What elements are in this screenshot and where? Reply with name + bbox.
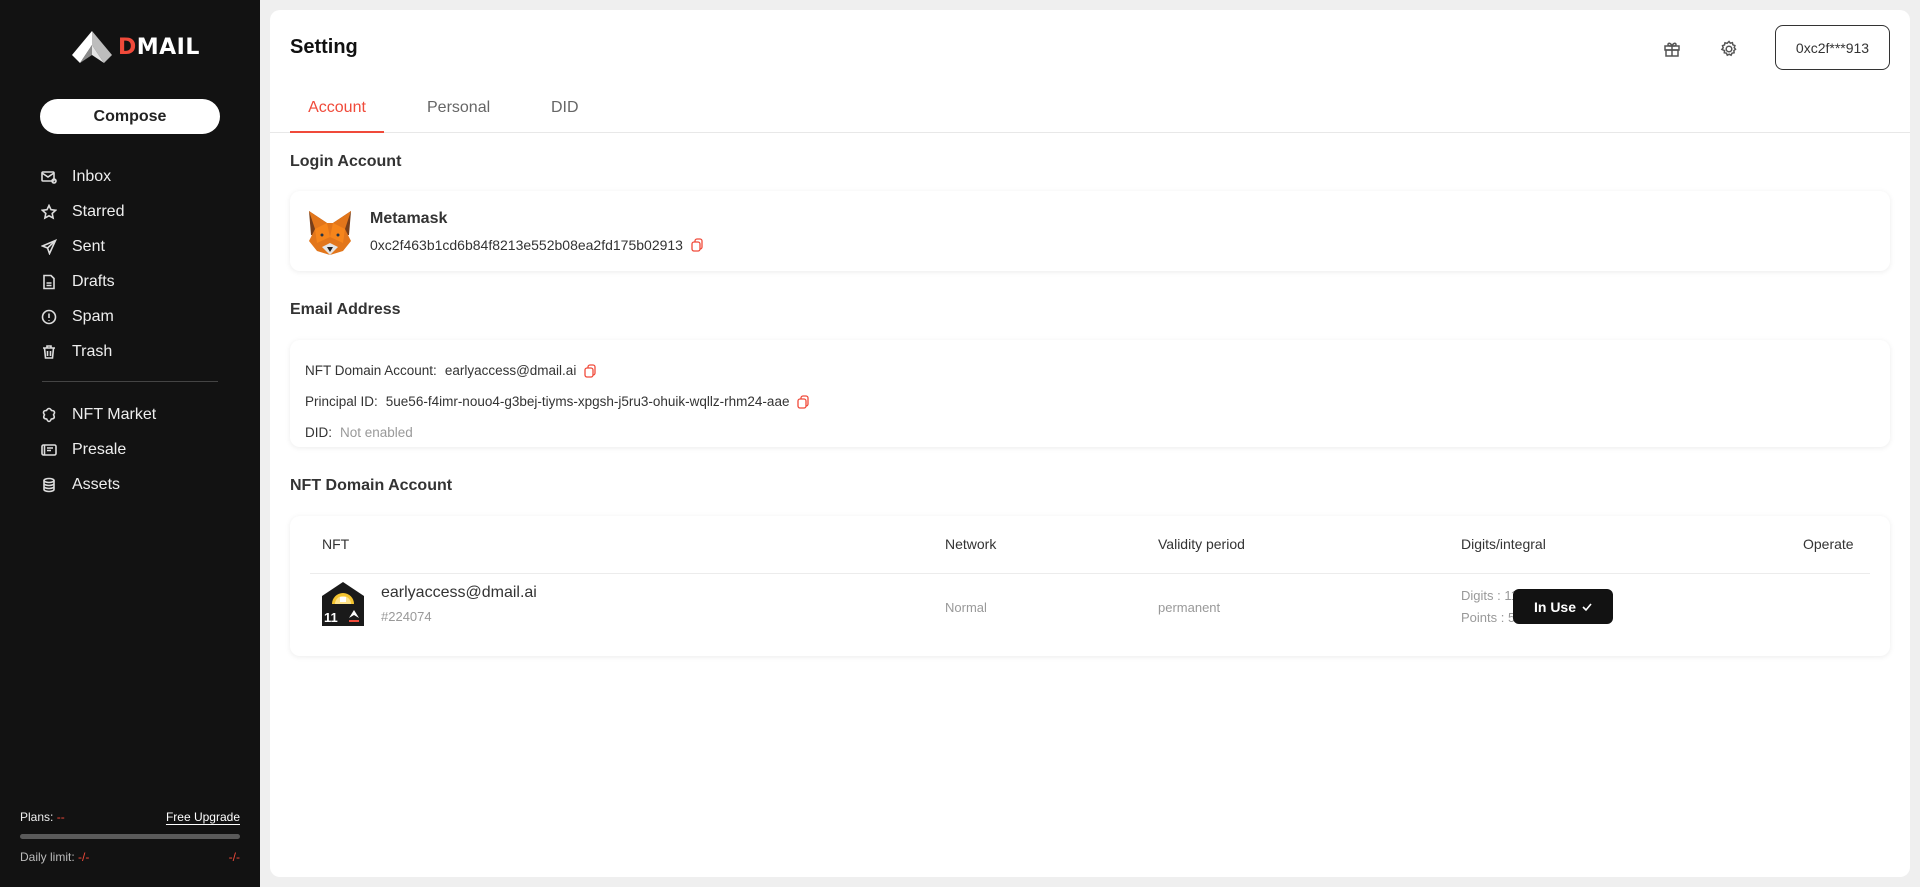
inbox-icon [40,168,58,186]
wallet-address-row: 0xc2f463b1cd6b84f8213e552b08ea2fd175b029… [370,237,703,253]
column-header-operate: Operate [1803,536,1854,552]
sidebar-item-inbox[interactable]: Inbox [40,159,220,194]
email-address-heading: Email Address [290,301,401,318]
sidebar-item-sent[interactable]: Sent [40,229,220,264]
nft-digits: Digits : 11 [1461,588,1518,603]
principal-id-row: Principal ID: 5ue56-f4imr-nouo4-g3bej-ti… [305,386,1875,417]
nft-market-icon [40,406,58,424]
nft-domain-row: NFT Domain Account: earlyaccess@dmail.ai [305,355,1875,386]
did-value: Not enabled [340,425,413,440]
plans-panel: Plans: -- Free Upgrade Daily limit: -/- … [20,810,240,864]
login-account-card: Metamask 0xc2f463b1cd6b84f8213e552b08ea2… [290,191,1890,271]
spam-icon [40,308,58,326]
sidebar-item-nft-market[interactable]: NFT Market [40,397,220,432]
sidebar-divider [42,381,218,382]
copy-nft-domain-button[interactable] [584,363,596,378]
principal-id-value: 5ue56-f4imr-nouo4-g3bej-tiyms-xpgsh-j5ru… [385,394,790,409]
sidebar-item-drafts[interactable]: Drafts [40,264,220,299]
sidebar-item-starred[interactable]: Starred [40,194,220,229]
page-title: Setting [290,36,358,58]
daily-limit-label: Daily limit: [20,850,75,864]
column-header-validity: Validity period [1158,536,1245,552]
trash-icon [40,343,58,361]
nft-domain-label: NFT Domain Account: [305,363,437,378]
wallet-address: 0xc2f463b1cd6b84f8213e552b08ea2fd175b029… [370,237,683,253]
sidebar-item-label: Sent [72,237,105,255]
tab-account[interactable]: Account [290,88,384,133]
wallet-address-button[interactable]: 0xc2f***913 [1775,25,1890,70]
send-icon [40,238,58,256]
nft-badge-digits: 11 [324,610,338,625]
sidebar-item-presale[interactable]: Presale [40,432,220,467]
copy-icon [691,238,703,252]
sidebar-item-label: Assets [72,475,121,493]
sidebar-item-label: Spam [72,307,114,325]
sidebar-item-assets[interactable]: Assets [40,467,220,502]
metamask-fox-icon [309,211,351,255]
in-use-button[interactable]: In Use [1513,589,1613,624]
nft-token-id: #224074 [381,609,432,624]
copy-icon [584,363,596,378]
dmail-logo-icon [72,31,112,63]
daily-limit-value: -/- [78,850,90,864]
nft-name: earlyaccess@dmail.ai [381,584,537,601]
draft-icon [40,273,58,291]
sidebar-item-trash[interactable]: Trash [40,334,220,369]
nft-domain-value: earlyaccess@dmail.ai [444,363,577,378]
nft-validity: permanent [1158,600,1221,615]
secondary-nav: NFT Market Presale Assets [40,397,220,502]
logo-text: DMAIL [118,35,200,60]
logo-initial: D [118,34,137,60]
copy-address-button[interactable] [691,238,703,252]
in-use-label: In Use [1533,598,1576,615]
sidebar-item-label: Inbox [72,167,112,185]
sidebar-item-label: Presale [72,440,127,458]
login-account-heading: Login Account [290,153,402,170]
column-header-digits: Digits/integral [1461,536,1546,552]
sidebar-item-spam[interactable]: Spam [40,299,220,334]
sidebar-item-label: Starred [72,202,125,220]
gift-button[interactable] [1661,38,1683,60]
compose-button[interactable]: Compose [40,99,220,134]
assets-icon [40,476,58,494]
copy-icon [797,394,810,409]
table-header-divider [310,573,1870,574]
daily-limit: Daily limit: -/- [20,850,89,864]
primary-nav: Inbox Starred Sent Drafts Spam Trash [40,159,220,369]
dmail-logo[interactable]: DMAIL [72,31,200,63]
column-header-network: Network [945,536,997,552]
nft-badge-image: 11 [322,582,364,626]
sidebar-item-label: NFT Market [72,405,157,423]
settings-panel: Setting 0xc2f***913 Account Personal DID… [270,10,1910,877]
nft-domain-table: NFT Network Validity period Digits/integ… [290,516,1890,656]
did-row: DID: Not enabled [305,417,1875,448]
presale-icon [40,441,58,459]
tab-did[interactable]: DID [551,88,579,133]
check-icon [1582,602,1592,611]
copy-principal-id-button[interactable] [797,394,810,409]
plans-label-text: Plans: [20,810,54,824]
gear-icon [1720,40,1737,57]
nft-domain-heading: NFT Domain Account [290,477,453,494]
daily-limit-right: -/- [228,850,240,864]
star-icon [40,203,58,221]
principal-id-label: Principal ID: [305,394,378,409]
usage-progress-bar [20,834,240,839]
plans-value: -- [56,810,65,824]
did-label: DID: [305,425,332,440]
sidebar-item-label: Trash [72,342,113,360]
settings-tabs: Account Personal DID [270,88,1910,133]
tab-personal[interactable]: Personal [427,88,490,133]
email-address-card: NFT Domain Account: earlyaccess@dmail.ai… [290,340,1890,447]
wallet-name: Metamask [370,210,448,227]
logo-rest: MAIL [136,34,200,60]
gift-icon [1664,42,1680,57]
settings-button[interactable] [1718,38,1740,60]
nft-network: Normal [945,600,987,615]
free-upgrade-link[interactable]: Free Upgrade [166,810,240,824]
column-header-nft: NFT [322,536,350,552]
sidebar: DMAIL Compose Inbox Starred Sent Drafts [0,0,260,887]
sidebar-item-label: Drafts [72,272,115,290]
plans-label: Plans: -- [20,810,65,824]
